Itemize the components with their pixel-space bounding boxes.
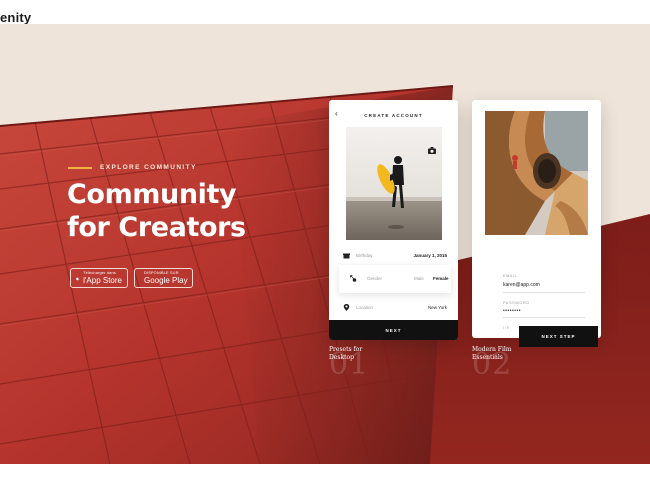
item-number-2: 02 bbox=[472, 347, 513, 382]
login-card: EMAIL karen@app.com PASSWORD •••••••• I … bbox=[472, 100, 601, 347]
location-value: New York bbox=[427, 304, 447, 310]
eyebrow-line bbox=[68, 166, 92, 169]
gift-icon bbox=[343, 253, 350, 258]
eyebrow-text: EXPLORE COMMUNITY bbox=[100, 164, 197, 171]
birthday-label: Birthday bbox=[356, 252, 373, 258]
password-label: PASSWORD bbox=[503, 301, 530, 305]
hero-headline: Community for Creators bbox=[67, 178, 317, 244]
create-account-title: CREATE ACCOUNT bbox=[364, 113, 423, 118]
headline-line-2: for Creators bbox=[67, 212, 246, 243]
brand-logo[interactable]: enity bbox=[0, 10, 31, 25]
gender-icon bbox=[350, 275, 357, 282]
spiral-stair-photo bbox=[485, 111, 588, 235]
password-underline bbox=[503, 317, 585, 318]
surfer-photo bbox=[346, 127, 442, 240]
create-account-header: ‹ CREATE ACCOUNT bbox=[329, 100, 458, 126]
gender-male-option[interactable]: Male bbox=[414, 276, 424, 281]
gender-label: Gender bbox=[367, 276, 383, 281]
next-button[interactable]: NEXT bbox=[329, 320, 458, 340]
app-store-big: l'App Store bbox=[83, 275, 122, 285]
app-store-button[interactable]: Télécharger dans l'App Store bbox=[70, 268, 128, 288]
camera-icon[interactable] bbox=[428, 147, 436, 154]
birthday-value: January 1, 2015 bbox=[413, 252, 447, 258]
gender-field[interactable]: Gender Male Female bbox=[339, 265, 451, 293]
hero-section: EXPLORE COMMUNITY Community for Creators… bbox=[0, 24, 650, 464]
surfer-image bbox=[346, 127, 442, 240]
spiral-stair-image bbox=[485, 111, 588, 235]
email-value[interactable]: karen@app.com bbox=[503, 282, 540, 288]
next-step-button[interactable]: NEXT STEP bbox=[519, 326, 598, 347]
create-account-card: ‹ CREATE ACCOUNT Birthday January 1, 201… bbox=[329, 100, 458, 340]
google-play-button[interactable]: DISPONIBLE SUR Google Play bbox=[134, 268, 193, 288]
location-pin-icon bbox=[343, 303, 350, 311]
password-hint: I / E bbox=[503, 326, 510, 330]
apple-icon bbox=[76, 276, 79, 280]
location-field[interactable]: Location New York bbox=[343, 301, 447, 313]
email-underline bbox=[503, 292, 585, 293]
gender-female-option[interactable]: Female bbox=[433, 276, 449, 281]
password-value[interactable]: •••••••• bbox=[503, 308, 521, 314]
eyebrow: EXPLORE COMMUNITY bbox=[68, 164, 197, 171]
headline-line-1: Community bbox=[67, 179, 237, 210]
google-play-big: Google Play bbox=[144, 275, 188, 285]
page: enity EXPLORE COMMUNITY Community for Cr… bbox=[0, 0, 650, 477]
location-label: Location bbox=[356, 304, 374, 310]
item-number-1: 01 bbox=[329, 347, 370, 382]
birthday-field[interactable]: Birthday January 1, 2015 bbox=[343, 249, 447, 261]
email-label: EMAIL bbox=[503, 274, 518, 278]
